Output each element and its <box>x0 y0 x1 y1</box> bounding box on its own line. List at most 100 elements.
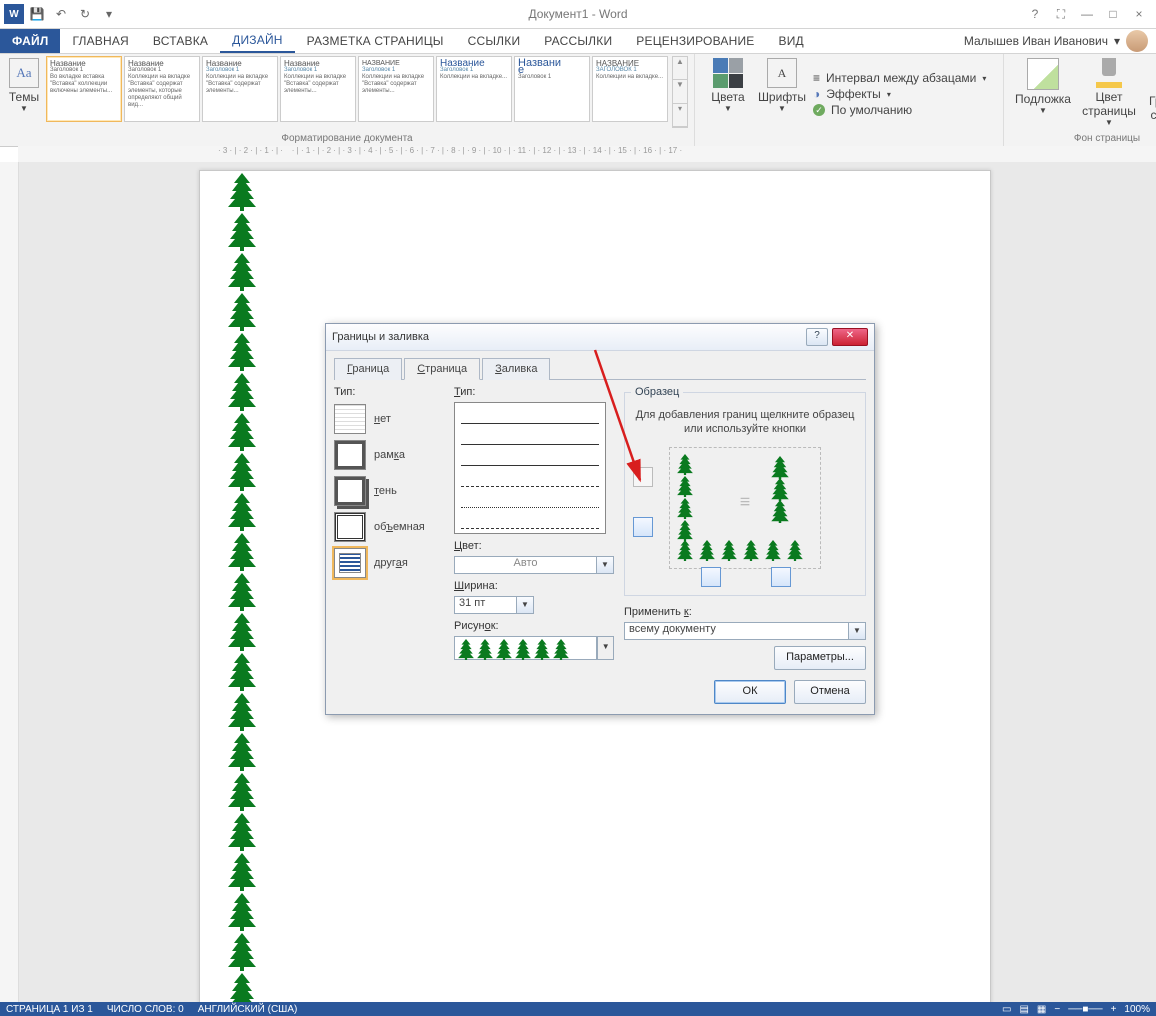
dialog-tab-fill[interactable]: Заливка <box>482 358 550 380</box>
zoom-out-icon[interactable]: − <box>1054 1004 1060 1015</box>
options-button[interactable]: Параметры... <box>774 646 866 670</box>
tab-view[interactable]: ВИД <box>767 29 816 53</box>
tab-review[interactable]: РЕЦЕНЗИРОВАНИЕ <box>624 29 766 53</box>
dropdown-icon[interactable]: ▼ <box>849 622 866 640</box>
status-lang[interactable]: АНГЛИЙСКИЙ (США) <box>198 1004 298 1015</box>
watermark-button[interactable]: Подложка▼ <box>1010 56 1076 128</box>
zoom-in-icon[interactable]: + <box>1111 1004 1117 1015</box>
colors-button[interactable]: Цвета▼ <box>701 56 755 128</box>
custom-icon <box>334 548 366 578</box>
themes-label: Темы <box>6 90 42 104</box>
dialog-tab-border[interactable]: Граница <box>334 358 402 380</box>
style-set-swatch[interactable]: НазваниеЗаголовок 1Коллекции на вкладке … <box>280 56 356 122</box>
sample-fieldset: Образец Для добавления границ щелкните о… <box>624 386 866 596</box>
width-combo[interactable]: 31 пт▼ <box>454 596 534 614</box>
view-web-icon[interactable]: ▦ <box>1037 1004 1046 1015</box>
page-borders-button[interactable]: Границы страниц <box>1142 56 1156 128</box>
dialog-close-icon[interactable]: ✕ <box>832 328 868 346</box>
cancel-button[interactable]: Отмена <box>794 680 866 704</box>
help-icon[interactable]: ? <box>1024 7 1046 22</box>
page-color-button[interactable]: Цвет страницы▼ <box>1076 56 1142 128</box>
ruler-horizontal[interactable]: · 3 · | · 2 · | · 1 · | · · | · 1 · | · … <box>18 146 1156 163</box>
word-logo-icon: W <box>4 4 24 24</box>
width-label: Ширина: <box>454 580 614 592</box>
art-label: Рисунок: <box>454 620 614 632</box>
check-icon: ✓ <box>813 104 825 116</box>
maximize-icon[interactable]: □ <box>1102 7 1124 22</box>
qat-customize-icon[interactable]: ▾ <box>98 3 120 25</box>
apply-to-label: Применить к: <box>624 606 866 618</box>
art-combo[interactable] <box>454 636 597 660</box>
user-account[interactable]: Малышев Иван Иванович▾ <box>964 29 1156 53</box>
spacing-icon: ≡ <box>813 71 820 85</box>
undo-icon[interactable]: ↶ <box>50 3 72 25</box>
tab-file[interactable]: ФАЙЛ <box>0 29 60 53</box>
dropdown-icon[interactable]: ▼ <box>597 636 614 660</box>
redo-icon[interactable]: ↻ <box>74 3 96 25</box>
close-icon[interactable]: × <box>1128 7 1150 22</box>
quick-access-toolbar: W 💾 ↶ ↻ ▾ <box>0 3 120 25</box>
view-print-icon[interactable]: ▤ <box>1019 1004 1028 1015</box>
style-set-swatch[interactable]: НазваниеЗаголовок 1Коллекции на вкладке … <box>124 56 200 122</box>
toggle-bottom-border[interactable] <box>701 567 721 587</box>
sample-preview[interactable]: ≡ <box>669 447 821 569</box>
effects-button[interactable]: ◑Эффекты▾ <box>813 87 993 101</box>
tab-references[interactable]: ССЫЛКИ <box>456 29 533 53</box>
ribbon-display-icon[interactable]: ⛶ <box>1050 7 1072 22</box>
avatar-icon <box>1126 30 1148 52</box>
tab-mailings[interactable]: РАССЫЛКИ <box>532 29 624 53</box>
style-set-swatch[interactable]: НАЗВАНИЕЗаголовок 1Коллекции на вкладке … <box>358 56 434 122</box>
themes-button[interactable]: Aa Темы ▼ <box>6 56 42 128</box>
border-type-none[interactable]: нет <box>334 404 444 434</box>
minimize-icon[interactable]: — <box>1076 7 1098 22</box>
set-default-button[interactable]: ✓По умолчанию <box>813 103 993 117</box>
border-type-shadow[interactable]: тень <box>334 476 444 506</box>
dialog-title: Границы и заливка <box>332 331 429 343</box>
tab-layout[interactable]: РАЗМЕТКА СТРАНИЦЫ <box>295 29 456 53</box>
style-set-swatch[interactable]: НазваниеЗаголовок 1Во вкладке вставка "В… <box>46 56 122 122</box>
toggle-right-border[interactable] <box>771 567 791 587</box>
fonts-button[interactable]: A Шрифты▼ <box>755 56 809 128</box>
color-combo[interactable]: Авто▼ <box>454 556 614 574</box>
line-style-list[interactable] <box>454 402 606 534</box>
tab-design[interactable]: ДИЗАЙН <box>220 29 295 53</box>
sample-legend: Образец <box>631 386 683 398</box>
style-set-swatch[interactable]: НазваниеЗаголовок 1Коллекции на вкладке.… <box>436 56 512 122</box>
zoom-level[interactable]: 100% <box>1124 1004 1150 1015</box>
dropdown-icon[interactable]: ▼ <box>597 556 614 574</box>
shadow-icon <box>334 476 366 506</box>
paragraph-spacing-button[interactable]: ≡Интервал между абзацами▾ <box>813 71 993 85</box>
dialog-tab-page[interactable]: Страница <box>404 358 480 380</box>
dialog-titlebar[interactable]: Границы и заливка ? ✕ <box>326 324 874 351</box>
dropdown-icon[interactable]: ▼ <box>517 596 534 614</box>
border-type-custom[interactable]: другая <box>334 548 444 578</box>
none-icon <box>334 404 366 434</box>
threed-icon <box>334 512 366 542</box>
status-words[interactable]: ЧИСЛО СЛОВ: 0 <box>107 1004 184 1015</box>
group-label-formatting: Форматирование документа <box>6 131 688 146</box>
tab-home[interactable]: ГЛАВНАЯ <box>60 29 140 53</box>
zoom-slider[interactable]: ──■── <box>1068 1004 1102 1015</box>
status-page[interactable]: СТРАНИЦА 1 ИЗ 1 <box>6 1004 93 1015</box>
toggle-top-border[interactable] <box>633 467 653 487</box>
watermark-icon <box>1027 58 1059 90</box>
dialog-help-icon[interactable]: ? <box>806 328 828 346</box>
style-set-swatch[interactable]: НАЗВАНИЕЗАГОЛОВОК 1Коллекции на вкладке.… <box>592 56 668 122</box>
border-type-3d[interactable]: объемная <box>334 512 444 542</box>
ruler-vertical[interactable] <box>0 162 19 1002</box>
border-type-box[interactable]: рамка <box>334 440 444 470</box>
style-set-swatch[interactable]: НазваниеЗаголовок 1 <box>514 56 590 122</box>
window-title: Документ1 - Word <box>0 7 1156 21</box>
tab-insert[interactable]: ВСТАВКА <box>141 29 220 53</box>
group-label-background: Фон страницы <box>1010 131 1156 146</box>
borders-shading-dialog: Границы и заливка ? ✕ Граница Страница З… <box>325 323 875 715</box>
gallery-scroll[interactable]: ▲▼▾ <box>672 56 688 128</box>
save-icon[interactable]: 💾 <box>26 3 48 25</box>
view-readmode-icon[interactable]: ▭ <box>1002 1004 1011 1015</box>
ok-button[interactable]: ОК <box>714 680 786 704</box>
style-set-swatch[interactable]: НазваниеЗаголовок 1Коллекции на вкладке … <box>202 56 278 122</box>
apply-to-combo[interactable]: всему документу▼ <box>624 622 866 640</box>
document-formatting-gallery[interactable]: НазваниеЗаголовок 1Во вкладке вставка "В… <box>46 56 688 128</box>
box-icon <box>334 440 366 470</box>
toggle-left-border[interactable] <box>633 517 653 537</box>
